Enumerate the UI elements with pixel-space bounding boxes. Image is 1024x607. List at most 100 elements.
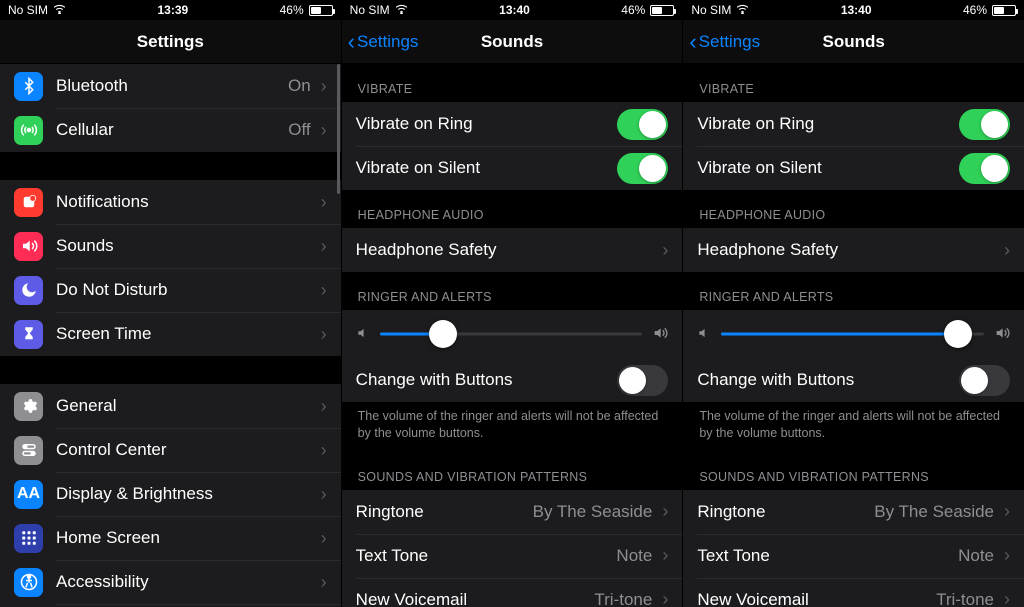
nav-bar: ‹ Settings Sounds <box>342 20 683 64</box>
cell-label: Screen Time <box>56 324 319 344</box>
chevron-right-icon: › <box>321 396 327 417</box>
chevron-right-icon: › <box>1004 240 1010 261</box>
clock: 13:40 <box>841 3 872 17</box>
chevron-right-icon: › <box>1004 545 1010 566</box>
wifi-icon <box>53 3 66 17</box>
cell-label: General <box>56 396 319 416</box>
screen-sounds-low: No SIM 13:40 46% ‹ Settings Sounds VIBRA… <box>341 0 683 607</box>
clock: 13:40 <box>499 3 530 17</box>
chevron-right-icon: › <box>321 572 327 593</box>
row-vibrate-on-ring: Vibrate on Ring <box>683 102 1024 146</box>
cell-label: Control Center <box>56 440 319 460</box>
row-headphone-safety[interactable]: Headphone Safety › <box>683 228 1024 272</box>
moon-icon <box>14 276 43 305</box>
row-vibrate-on-silent: Vibrate on Silent <box>342 146 683 190</box>
grid-icon <box>14 524 43 553</box>
ringer-volume-slider[interactable] <box>380 320 643 348</box>
row-headphone-safety[interactable]: Headphone Safety › <box>342 228 683 272</box>
section-header-ringer: RINGER AND ALERTS <box>683 272 1024 310</box>
chevron-right-icon: › <box>321 236 327 257</box>
settings-row-sounds[interactable]: Sounds › <box>0 224 341 268</box>
cell-detail: On <box>288 76 311 96</box>
chevron-right-icon: › <box>321 484 327 505</box>
cell-label: Notifications <box>56 192 319 212</box>
settings-row-screentime[interactable]: Screen Time › <box>0 312 341 356</box>
battery-icon <box>992 5 1016 16</box>
section-header-vibrate: VIBRATE <box>342 64 683 102</box>
footer-change-with-buttons: The volume of the ringer and alerts will… <box>342 402 683 452</box>
aa-icon: AA <box>14 480 43 509</box>
settings-row-cellular[interactable]: Cellular Off › <box>0 108 341 152</box>
chevron-left-icon: ‹ <box>689 31 696 53</box>
settings-row-controlcenter[interactable]: Control Center › <box>0 428 341 472</box>
speaker-low-icon <box>697 326 711 343</box>
status-bar: No SIM 13:40 46% <box>683 0 1024 20</box>
section-header-headphone: HEADPHONE AUDIO <box>342 190 683 228</box>
chevron-right-icon: › <box>321 192 327 213</box>
settings-row-general[interactable]: General › <box>0 384 341 428</box>
page-title: Sounds <box>823 32 885 52</box>
speaker-low-icon <box>356 326 370 343</box>
chevron-right-icon: › <box>662 501 668 522</box>
nav-bar: ‹ Settings Sounds <box>683 20 1024 64</box>
speaker-high-icon <box>994 325 1010 344</box>
toggle-vibrate-ring[interactable] <box>959 109 1010 140</box>
section-header-vibrate: VIBRATE <box>683 64 1024 102</box>
hourglass-icon <box>14 320 43 349</box>
chevron-right-icon: › <box>321 324 327 345</box>
settings-row-notifications[interactable]: Notifications › <box>0 180 341 224</box>
battery-icon <box>309 5 333 16</box>
toggle-vibrate-silent[interactable] <box>959 153 1010 184</box>
row-vibrate-on-ring: Vibrate on Ring <box>342 102 683 146</box>
chevron-right-icon: › <box>321 76 327 97</box>
battery-pct: 46% <box>280 3 304 17</box>
row-new-voicemail[interactable]: New Voicemail Tri-tone › <box>342 578 683 607</box>
row-text-tone[interactable]: Text Tone Note › <box>683 534 1024 578</box>
battery-pct: 46% <box>963 3 987 17</box>
toggle-vibrate-silent[interactable] <box>617 153 668 184</box>
section-header-headphone: HEADPHONE AUDIO <box>683 190 1024 228</box>
switches-icon <box>14 436 43 465</box>
settings-row-bluetooth[interactable]: Bluetooth On › <box>0 64 341 108</box>
row-change-with-buttons: Change with Buttons <box>683 358 1024 402</box>
status-bar: No SIM 13:40 46% <box>342 0 683 20</box>
toggle-change-with-buttons[interactable] <box>617 365 668 396</box>
row-vibrate-on-silent: Vibrate on Silent <box>683 146 1024 190</box>
chevron-right-icon: › <box>1004 589 1010 607</box>
cell-label: Display & Brightness <box>56 484 319 504</box>
back-button[interactable]: ‹ Settings <box>348 20 419 63</box>
toggle-change-with-buttons[interactable] <box>959 365 1010 396</box>
chevron-right-icon: › <box>321 528 327 549</box>
cell-label: Bluetooth <box>56 76 288 96</box>
page-title: Settings <box>137 32 204 52</box>
row-ringtone[interactable]: Ringtone By The Seaside › <box>342 490 683 534</box>
ringer-volume-slider[interactable] <box>721 320 984 348</box>
chevron-right-icon: › <box>662 545 668 566</box>
section-header-patterns: SOUNDS AND VIBRATION PATTERNS <box>342 452 683 490</box>
settings-row-dnd[interactable]: Do Not Disturb › <box>0 268 341 312</box>
battery-icon <box>650 5 674 16</box>
cell-detail: Off <box>288 120 310 140</box>
screen-settings: No SIM 13:39 46% Settings Bluetooth On ›… <box>0 0 341 607</box>
chevron-right-icon: › <box>662 240 668 261</box>
chevron-right-icon: › <box>321 440 327 461</box>
chevron-left-icon: ‹ <box>348 31 355 53</box>
chevron-right-icon: › <box>321 120 327 141</box>
battery-pct: 46% <box>621 3 645 17</box>
chevron-right-icon: › <box>662 589 668 607</box>
status-bar: No SIM 13:39 46% <box>0 0 341 20</box>
settings-row-accessibility[interactable]: Accessibility › <box>0 560 341 604</box>
back-button[interactable]: ‹ Settings <box>689 20 760 63</box>
carrier-label: No SIM <box>8 3 48 17</box>
row-new-voicemail[interactable]: New Voicemail Tri-tone › <box>683 578 1024 607</box>
row-text-tone[interactable]: Text Tone Note › <box>342 534 683 578</box>
row-ringtone[interactable]: Ringtone By The Seaside › <box>683 490 1024 534</box>
settings-row-homescreen[interactable]: Home Screen › <box>0 516 341 560</box>
scroll-indicator[interactable] <box>337 64 340 194</box>
settings-row-display[interactable]: AA Display & Brightness › <box>0 472 341 516</box>
cell-label: Accessibility <box>56 572 319 592</box>
cell-label: Cellular <box>56 120 288 140</box>
bluetooth-icon <box>14 72 43 101</box>
figure-icon <box>14 568 43 597</box>
toggle-vibrate-ring[interactable] <box>617 109 668 140</box>
